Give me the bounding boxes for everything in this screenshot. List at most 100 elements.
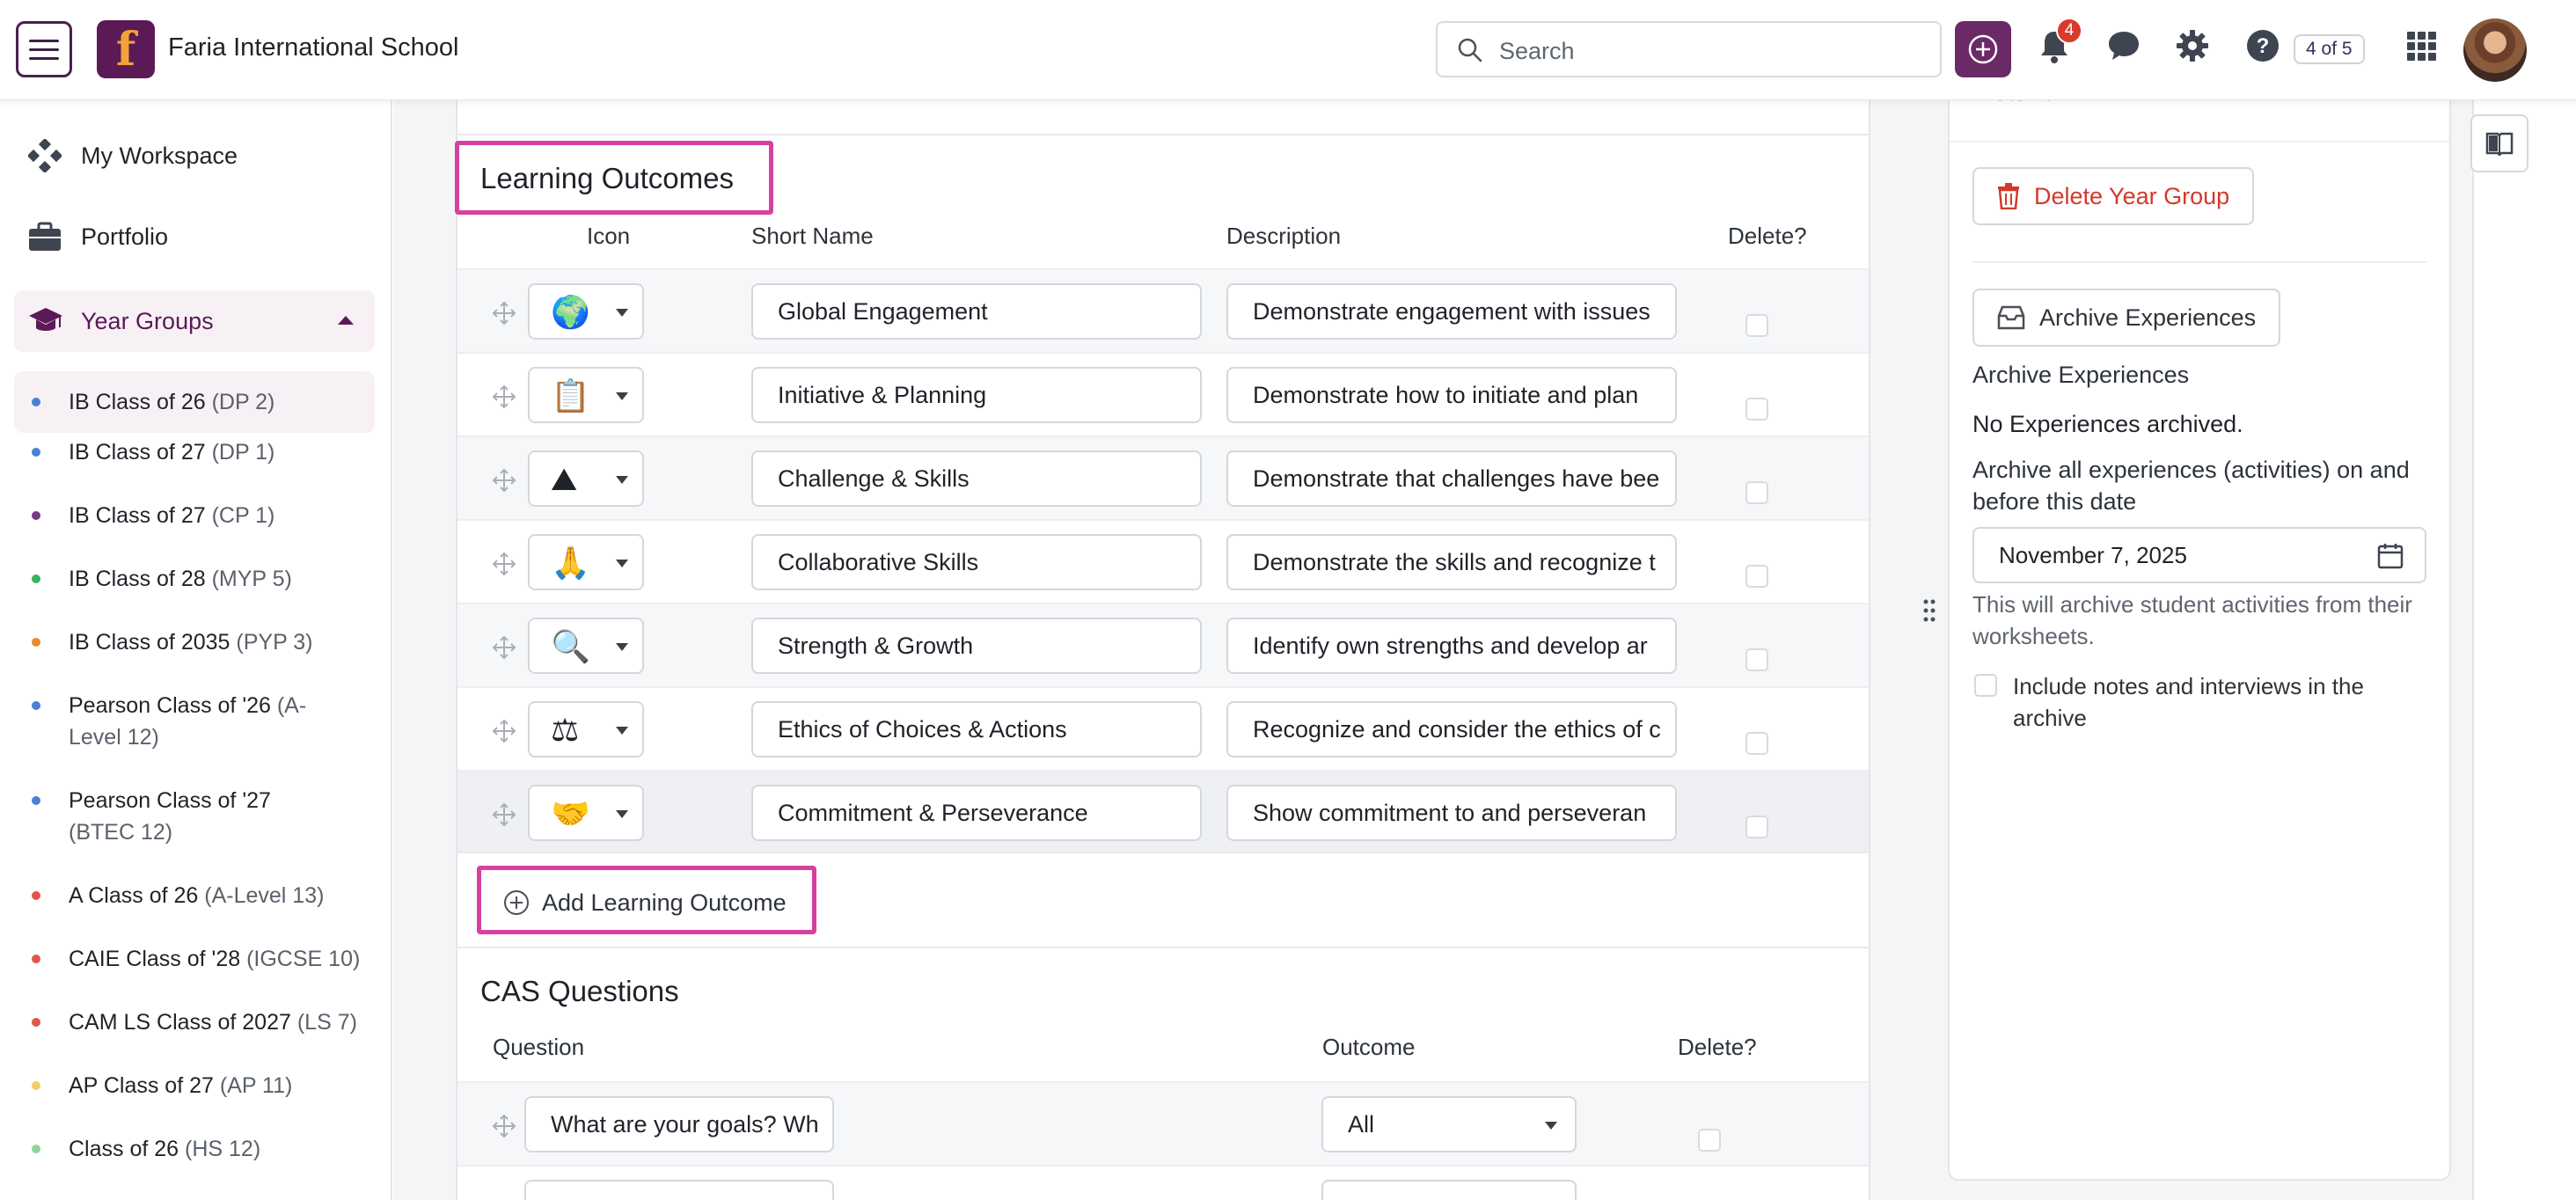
drag-handle-icon[interactable] (491, 634, 517, 661)
column-header-outcome: Outcome (1322, 1034, 1416, 1060)
divider (456, 947, 1870, 948)
drag-handle-icon[interactable] (491, 384, 517, 410)
chevron-up-icon (338, 316, 354, 325)
description-input[interactable]: Demonstrate how to initiate and plan (1226, 367, 1677, 423)
short-name-input[interactable]: Global Engagement (751, 283, 1202, 340)
short-name-input[interactable]: Collaborative Skills (751, 534, 1202, 590)
sidebar-item-year-group[interactable]: IB Class of 27 (DP 1) (14, 436, 375, 486)
sidebar-item-year-group[interactable]: CAIE Class of '28 (IGCSE 10) (14, 943, 375, 992)
short-name-input[interactable]: Strength & Growth (751, 618, 1202, 674)
user-avatar[interactable] (2463, 18, 2527, 82)
gear-icon[interactable] (2175, 28, 2210, 63)
caret-down-icon (1545, 1122, 1557, 1130)
sidebar-item-year-group[interactable]: A Class of 26 (A-Level 13) (14, 880, 375, 929)
sidebar-item-workspace[interactable]: My Workspace (28, 139, 238, 172)
caret-down-icon (616, 727, 628, 735)
color-dot-icon (32, 574, 40, 583)
archive-experiences-button[interactable]: Archive Experiences (1972, 289, 2281, 347)
sidebar-item-year-group[interactable]: IB Class of 2035 (PYP 3) (14, 626, 375, 676)
delete-checkbox[interactable] (1745, 314, 1768, 337)
delete-checkbox[interactable] (1745, 565, 1768, 588)
delete-checkbox[interactable] (1745, 481, 1768, 504)
archive-experiences-label: Archive Experiences (2039, 304, 2257, 331)
year-group-tag: (AP 11) (219, 1073, 293, 1098)
drag-handle-icon[interactable] (491, 300, 517, 326)
drag-handle-icon[interactable] (491, 718, 517, 744)
description-input[interactable]: Recognize and consider the ethics of c (1226, 701, 1677, 757)
delete-checkbox[interactable] (1698, 1129, 1721, 1152)
icon-picker[interactable]: 📋 (528, 367, 644, 423)
page-count[interactable]: 4 of 5 (2294, 34, 2365, 64)
table-row: ⛰ Challenge & Skills Demonstrate that chal… (457, 435, 1869, 519)
create-button[interactable] (1955, 21, 2011, 77)
delete-checkbox[interactable] (1745, 648, 1768, 671)
resize-handle-icon[interactable] (1923, 598, 1936, 623)
description-input[interactable]: Identify own strengths and develop ar (1226, 618, 1677, 674)
year-group-name: CAIE Class of '28 (69, 947, 241, 971)
delete-checkbox[interactable] (1745, 398, 1768, 421)
include-notes-label: Include notes and interviews in the arch… (2013, 673, 2364, 731)
menu-icon-line (29, 48, 59, 51)
icon-picker[interactable]: 🤝 (528, 785, 644, 841)
caret-down-icon (616, 309, 628, 317)
sidebar-item-year-group[interactable]: Pearson Class of '27 (BTEC 12) (14, 785, 375, 867)
sidebar-item-year-group[interactable]: CAM LS Class of 2027 (LS 7) (14, 1006, 375, 1056)
archive-date-value: November 7, 2025 (1999, 542, 2187, 568)
delete-checkbox[interactable] (1745, 816, 1768, 838)
drag-handle-icon[interactable] (491, 801, 517, 828)
icon-picker[interactable]: 🙏 (528, 534, 644, 590)
outcome-select[interactable] (1321, 1180, 1577, 1200)
include-notes-checkbox[interactable] (1974, 674, 1997, 697)
short-name-input[interactable]: Challenge & Skills (751, 450, 1202, 507)
calendar-icon[interactable] (2377, 543, 2404, 569)
description-input[interactable]: Show commitment to and perseveran (1226, 785, 1677, 841)
chat-icon[interactable] (2106, 28, 2141, 63)
school-logo[interactable]: f (97, 20, 155, 78)
icon-picker[interactable]: ⚖ (528, 701, 644, 757)
short-name-input[interactable]: Ethics of Choices & Actions (751, 701, 1202, 757)
sidebar-item-year-group[interactable]: IB Class of 26 (DP 2) (14, 371, 375, 433)
book-panel-button[interactable] (2470, 114, 2528, 172)
caret-down-icon (616, 560, 628, 567)
drag-handle-icon[interactable] (491, 1113, 517, 1139)
outcome-select[interactable]: All (1321, 1096, 1577, 1152)
sidebar-item-label: Year Groups (81, 307, 214, 334)
column-header-icon: Icon (587, 223, 631, 249)
menu-button[interactable] (16, 21, 72, 77)
question-input[interactable]: What are your goals? Wh (524, 1096, 834, 1152)
sidebar-item-year-group[interactable]: IB Class of 28 (MYP 5) (14, 563, 375, 612)
drag-handle-icon[interactable] (491, 551, 517, 577)
description-input[interactable]: Demonstrate engagement with issues (1226, 283, 1677, 340)
sidebar-item-year-group[interactable]: IB Class of 27 (CP 1) (14, 500, 375, 549)
school-name[interactable]: Faria International School (168, 33, 458, 62)
help-icon[interactable]: ? (2245, 28, 2280, 63)
drag-handle-icon[interactable] (491, 467, 517, 494)
short-name-input[interactable]: Initiative & Planning (751, 367, 1202, 423)
description-input[interactable]: Demonstrate the skills and recognize t (1226, 534, 1677, 590)
icon-picker[interactable]: 🌍 (528, 283, 644, 340)
icon-picker[interactable]: ⛰ (528, 450, 644, 507)
outcome-select-value: All (1348, 1111, 1375, 1138)
search-input[interactable]: Search (1436, 21, 1942, 77)
delete-checkbox[interactable] (1745, 732, 1768, 755)
apps-grid-icon[interactable] (2407, 32, 2437, 62)
year-group-tag: (LS 7) (296, 1010, 357, 1035)
sidebar-item-year-group[interactable]: Class of 26 (HS 12) (14, 1133, 375, 1182)
question-input[interactable] (524, 1180, 834, 1200)
archive-date-input[interactable]: November 7, 2025 (1972, 527, 2426, 583)
sidebar-item-year-group[interactable]: AP Class of 27 (AP 11) (14, 1070, 375, 1119)
add-learning-outcome-button[interactable]: Add Learning Outcome (482, 871, 809, 934)
sidebar-item-year-group[interactable]: Pearson Class of '26 (A-Level 12) (14, 690, 375, 772)
delete-year-group-button[interactable]: Delete Year Group (1972, 167, 2255, 225)
color-dot-icon (32, 1145, 40, 1153)
column-header-question: Question (493, 1034, 585, 1060)
sidebar-item-year-groups[interactable]: Year Groups (14, 290, 375, 352)
year-group-tag: (MYP 5) (211, 567, 292, 591)
icon-picker[interactable]: 🔍 (528, 618, 644, 674)
archive-status: No Experiences archived. (1972, 411, 2243, 437)
sidebar-item-portfolio[interactable]: Portfolio (28, 222, 168, 252)
description-input[interactable]: Demonstrate that challenges have bee (1226, 450, 1677, 507)
top-bar: f Faria International School Search 4 ? … (0, 0, 2576, 100)
learning-outcomes-title: Learning Outcomes (480, 162, 734, 194)
short-name-input[interactable]: Commitment & Perseverance (751, 785, 1202, 841)
